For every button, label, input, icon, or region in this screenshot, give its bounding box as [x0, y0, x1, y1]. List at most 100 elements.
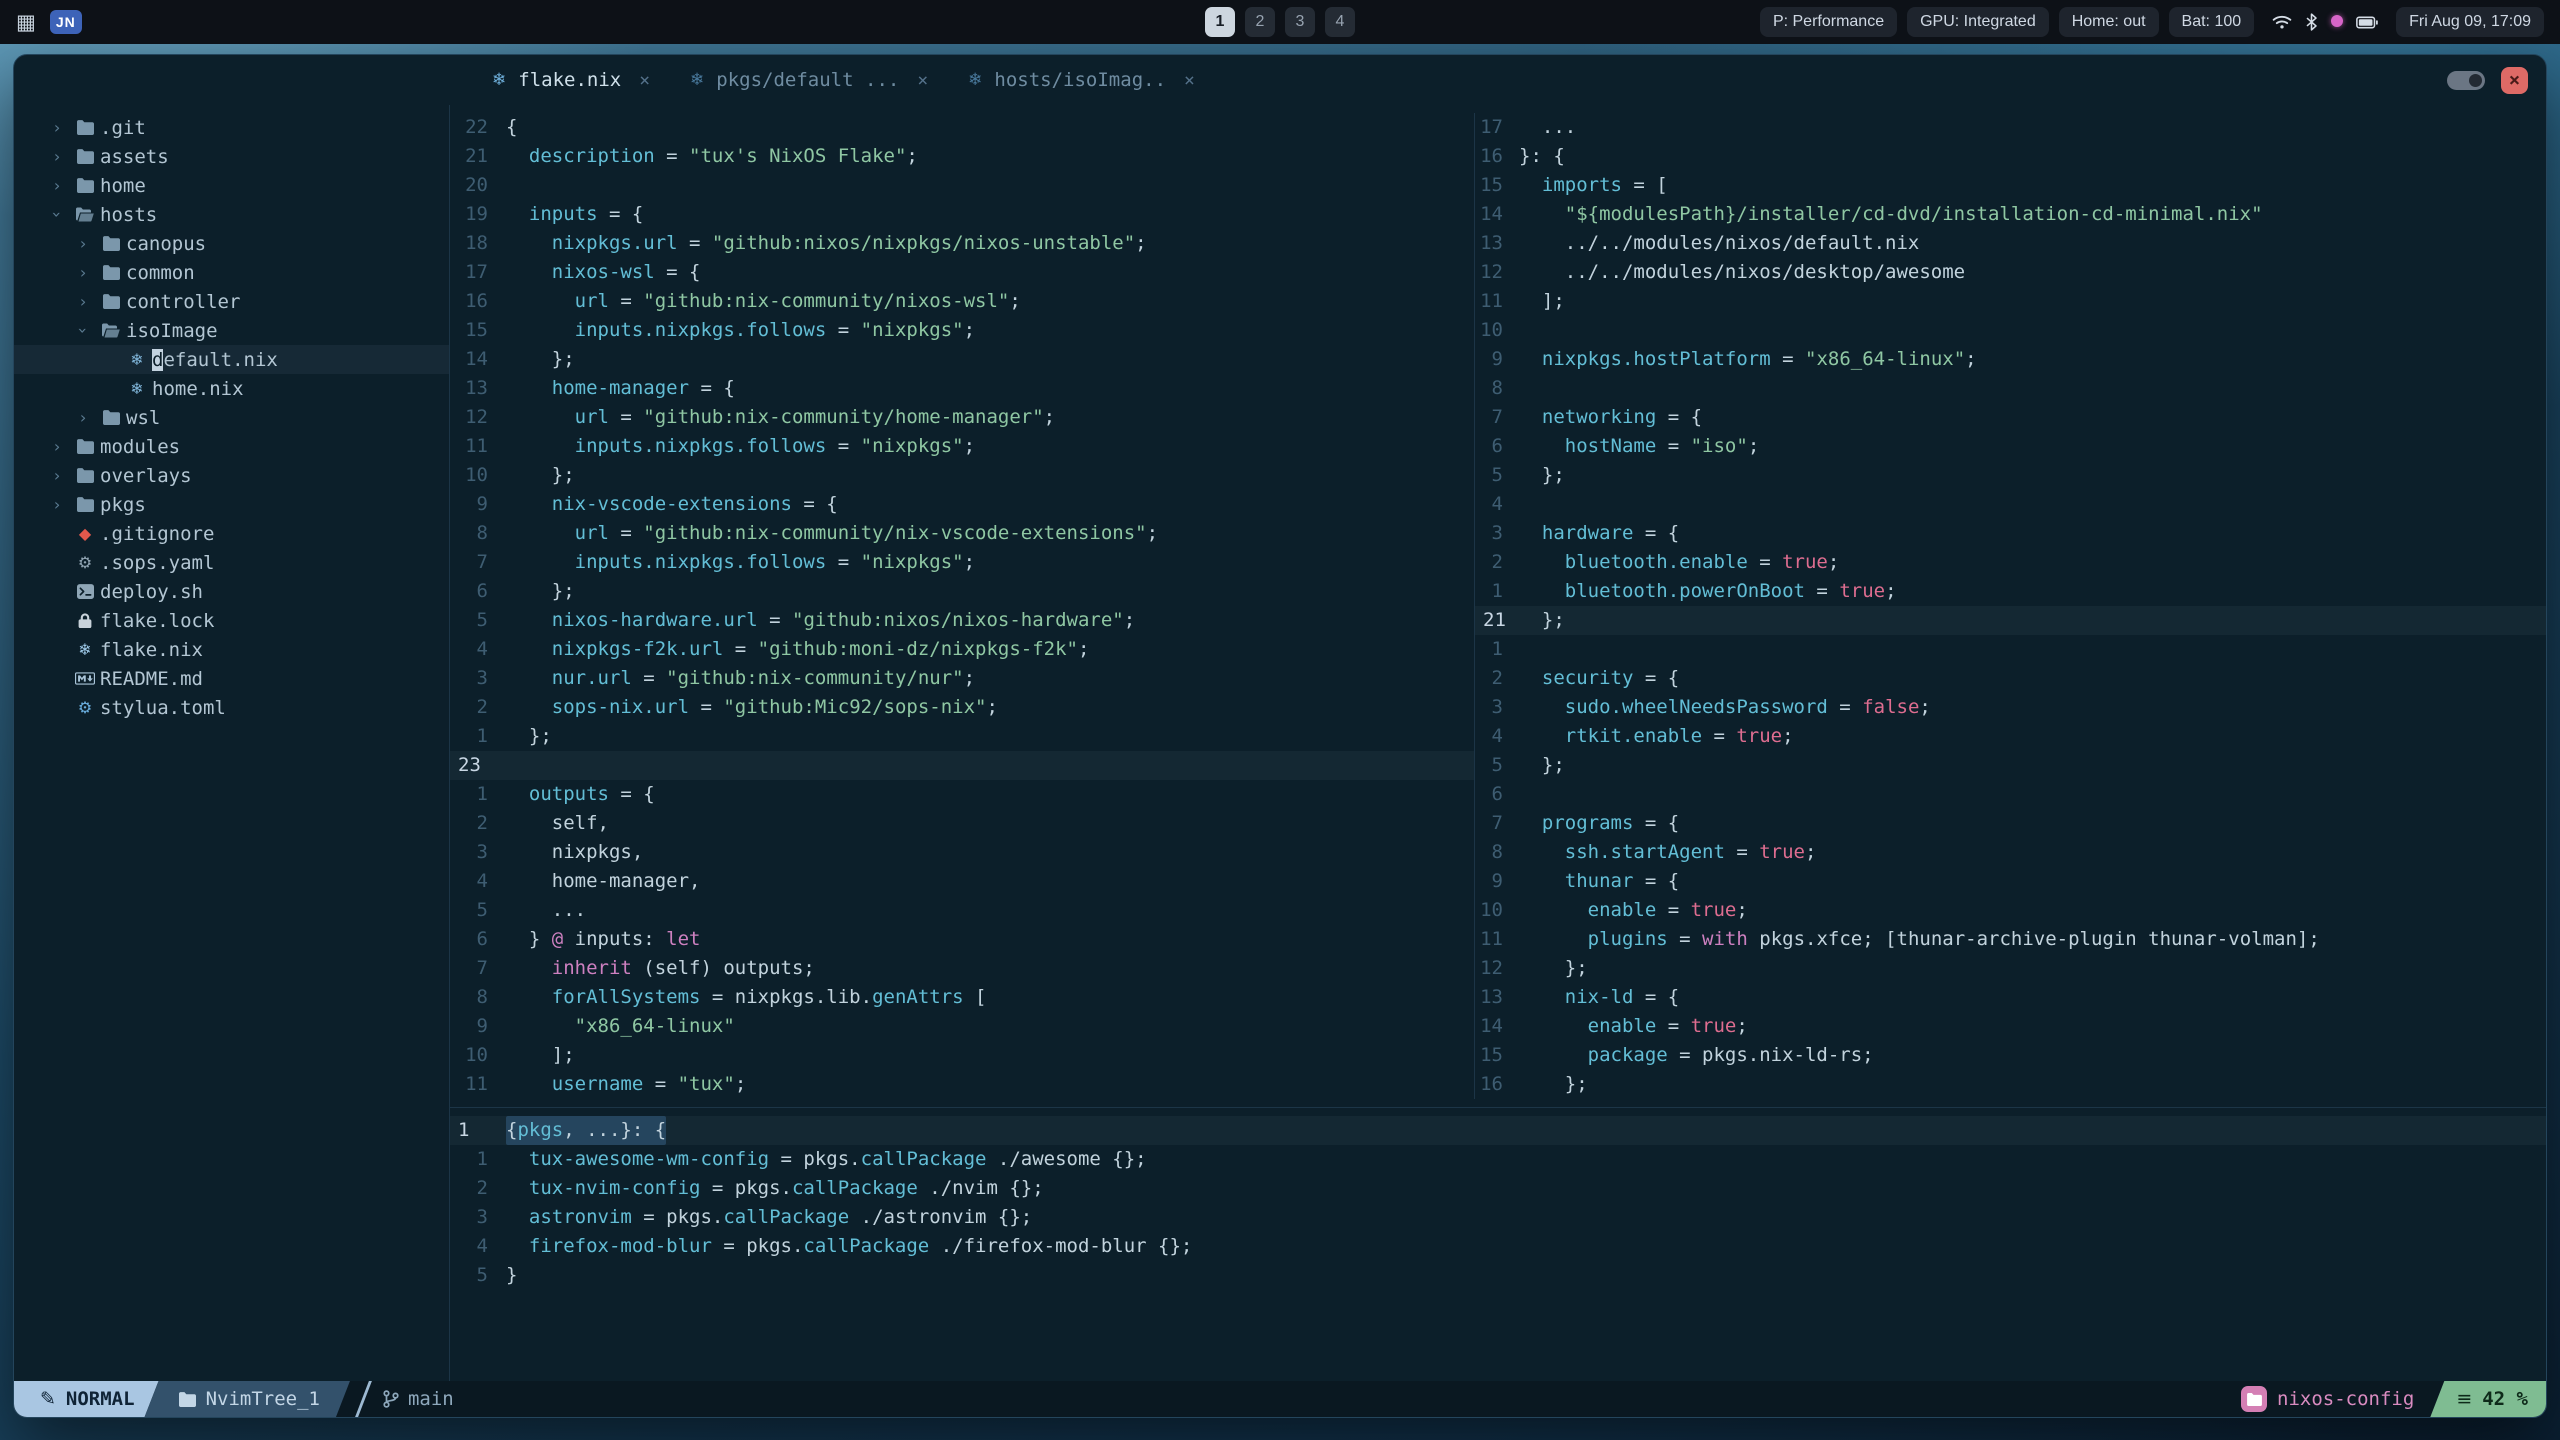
tree-item-label: wsl: [126, 406, 161, 429]
tree-item-stylua.toml[interactable]: ⚙ stylua.toml: [14, 693, 449, 722]
tree-item-flake.lock[interactable]: flake.lock: [14, 606, 449, 635]
code-line: 3 nixpkgs,: [450, 838, 1474, 867]
folder-icon: [70, 439, 100, 454]
editor-pane-isoimage[interactable]: 17 ... 16}: {15 imports = [14 "${modulesP…: [1475, 113, 2546, 1099]
line-number: 5: [1491, 754, 1503, 776]
code-text: };: [506, 725, 552, 747]
chevron-icon[interactable]: ›: [70, 263, 96, 282]
tab-close-icon[interactable]: ×: [1184, 70, 1195, 91]
code-text: ../../modules/nixos/desktop/awesome: [1519, 261, 1966, 283]
tree-item-.sops.yaml[interactable]: ⚙ .sops.yaml: [14, 548, 449, 577]
editor-pane-pkgs[interactable]: 1 {pkgs, ...}: {1 tux-awesome-wm-config =…: [450, 1108, 2546, 1290]
line-number: 6: [1491, 435, 1503, 457]
workspace-3[interactable]: 3: [1285, 7, 1315, 37]
tree-item-deploy.sh[interactable]: deploy.sh: [14, 577, 449, 606]
code-line: 7 networking = {: [1475, 403, 2546, 432]
tab-hosts/isoImag..[interactable]: ❄ hosts/isoImag.. ×: [948, 55, 1215, 105]
code-text: package = pkgs.nix-ld-rs;: [1519, 1044, 1874, 1066]
line-number: 11: [465, 1073, 488, 1095]
code-text: tux-awesome-wm-config = pkgs.callPackage…: [506, 1148, 1147, 1170]
chevron-icon[interactable]: ›: [44, 466, 70, 485]
tree-item-hosts[interactable]: › hosts: [14, 200, 449, 229]
code-text: "${modulesPath}/installer/cd-dvd/install…: [1519, 203, 2263, 225]
bluetooth-icon[interactable]: [2305, 13, 2318, 31]
tree-item-home.nix[interactable]: ❄ home.nix: [14, 374, 449, 403]
workspace-1[interactable]: 1: [1205, 7, 1235, 37]
tree-item-flake.nix[interactable]: ❄ flake.nix: [14, 635, 449, 664]
statusline: ✎ NORMAL NvimTree_1 main nixos-config ≡ …: [14, 1381, 2546, 1417]
tab-flake.nix[interactable]: ❄ flake.nix ×: [472, 55, 670, 105]
file-tree[interactable]: › .git › assets › home › hosts › canopus › common › c…: [14, 105, 450, 1381]
workspace-switcher: 1234: [1205, 7, 1355, 37]
tree-item-isoImage[interactable]: › isoImage: [14, 316, 449, 345]
tree-item-.git[interactable]: › .git: [14, 113, 449, 142]
code-text: };: [506, 348, 575, 370]
line-number: 7: [1491, 812, 1503, 834]
chevron-icon[interactable]: ›: [44, 495, 70, 514]
tree-item-assets[interactable]: › assets: [14, 142, 449, 171]
code-text: plugins = with pkgs.xfce; [thunar-archiv…: [1519, 928, 2320, 950]
tab-close-icon[interactable]: ×: [639, 70, 650, 91]
tree-item-default.nix[interactable]: ❄ default.nix: [14, 345, 449, 374]
line-number: 7: [476, 957, 488, 979]
chevron-icon[interactable]: ›: [70, 408, 96, 427]
battery-icon[interactable]: [2356, 16, 2378, 29]
tree-item-modules[interactable]: › modules: [14, 432, 449, 461]
chevron-icon[interactable]: ›: [44, 147, 70, 166]
chevron-icon[interactable]: ›: [70, 234, 96, 253]
line-number: 9: [476, 1015, 488, 1037]
tab-label: hosts/isoImag..: [994, 69, 1167, 91]
window-close-button[interactable]: ×: [2501, 66, 2528, 94]
code-text: nur.url = "github:nix-community/nur";: [506, 667, 976, 689]
tree-item-overlays[interactable]: › overlays: [14, 461, 449, 490]
nix-icon: ❄: [492, 70, 507, 90]
code-line: 10: [1475, 316, 2546, 345]
tab-pkgs/default ...[interactable]: ❄ pkgs/default ... ×: [670, 55, 948, 105]
workspace-2[interactable]: 2: [1245, 7, 1275, 37]
tree-item-.gitignore[interactable]: ◆ .gitignore: [14, 519, 449, 548]
line-number: 17: [465, 261, 488, 283]
code-line: 6: [1475, 780, 2546, 809]
tree-item-label: .sops.yaml: [100, 551, 215, 574]
tree-item-README.md[interactable]: README.md: [14, 664, 449, 693]
line-number: 9: [1491, 348, 1503, 370]
code-line: 17 ...: [1475, 113, 2546, 142]
line-number: 2: [1491, 551, 1503, 573]
code-line: 7 inputs.nixpkgs.follows = "nixpkgs";: [450, 548, 1474, 577]
tree-item-wsl[interactable]: › wsl: [14, 403, 449, 432]
tree-item-common[interactable]: › common: [14, 258, 449, 287]
chevron-icon[interactable]: ›: [74, 318, 93, 344]
code-line: 5}: [450, 1261, 2546, 1290]
code-text: forAllSystems = nixpkgs.lib.genAttrs [: [506, 986, 987, 1008]
line-number: 3: [476, 841, 488, 863]
line-number: 4: [476, 870, 488, 892]
code-text: ssh.startAgent = true;: [1519, 841, 1817, 863]
code-text: "x86_64-linux": [506, 1015, 735, 1037]
code-text: };: [1519, 754, 1565, 776]
chevron-icon[interactable]: ›: [70, 292, 96, 311]
tree-item-home[interactable]: › home: [14, 171, 449, 200]
titlebar-toggle[interactable]: [2447, 70, 2485, 90]
line-number: 7: [1491, 406, 1503, 428]
code-line: 9 "x86_64-linux": [450, 1012, 1474, 1041]
editor-main: › .git › assets › home › hosts › canopus › common › c…: [14, 105, 2546, 1381]
git-branch[interactable]: main: [383, 1388, 454, 1410]
chevron-icon[interactable]: ›: [48, 202, 67, 228]
chevron-icon[interactable]: ›: [44, 118, 70, 137]
app-launcher-icon[interactable]: ▦: [16, 10, 36, 34]
tree-item-pkgs[interactable]: › pkgs: [14, 490, 449, 519]
topbar-right: P: Performance GPU: Integrated Home: out Ba…: [1759, 7, 2544, 37]
tree-item-controller[interactable]: › controller: [14, 287, 449, 316]
workspace-4[interactable]: 4: [1325, 7, 1355, 37]
folder-icon: [70, 178, 100, 193]
tab-close-icon[interactable]: ×: [917, 70, 928, 91]
color-dot-icon[interactable]: [2331, 12, 2344, 32]
chevron-icon[interactable]: ›: [44, 437, 70, 456]
tree-item-canopus[interactable]: › canopus: [14, 229, 449, 258]
code-text: };: [1519, 464, 1565, 486]
line-number: 5: [476, 609, 488, 631]
chevron-icon[interactable]: ›: [44, 176, 70, 195]
wifi-icon[interactable]: [2272, 14, 2292, 30]
editor-pane-flake[interactable]: 22{21 description = "tux's NixOS Flake";…: [450, 113, 1474, 1099]
logo-badge[interactable]: JN: [49, 10, 82, 34]
